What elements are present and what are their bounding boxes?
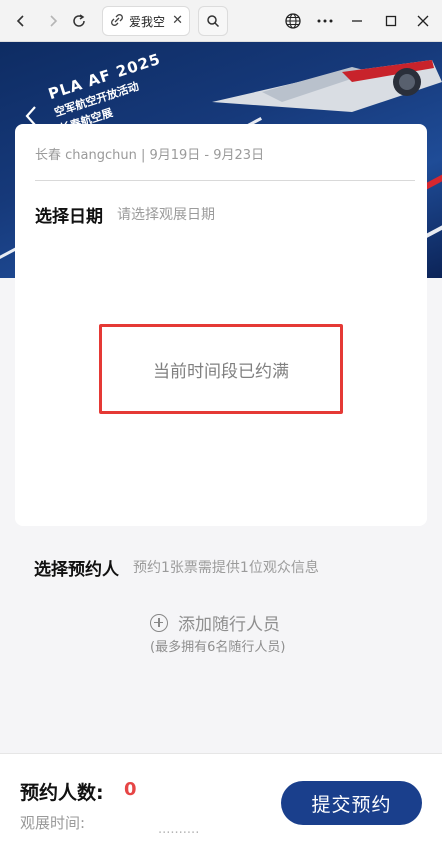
watermark: ·········· (158, 826, 200, 841)
link-icon (111, 13, 123, 29)
visitor-section-hint: 预约1张票需提供1位观众信息 (133, 560, 319, 576)
jet-image (212, 60, 442, 112)
booking-footer: 预约人数: 0 观展时间: 提交预约 ·········· (0, 753, 442, 851)
refresh-icon[interactable] (66, 8, 92, 34)
globe-icon[interactable] (280, 8, 306, 34)
tab-title: 爱我空 (129, 14, 166, 29)
browser-tab[interactable]: 爱我空 ✕ (102, 6, 190, 36)
visitor-section-title: 选择预约人 (34, 560, 119, 580)
visit-time-label: 观展时间: (20, 814, 86, 832)
submit-booking-button[interactable]: 提交预约 (281, 781, 422, 825)
date-section-hint: 请选择观展日期 (117, 207, 215, 223)
event-location-dates: 长春 changchun | 9月19日 - 9月23日 (35, 148, 265, 163)
minimize-icon[interactable] (344, 8, 370, 34)
browser-toolbar: 爱我空 ✕ (0, 0, 442, 42)
fully-booked-notice: 当前时间段已约满 (99, 324, 343, 414)
date-card: 长春 changchun | 9月19日 - 9月23日 选择日期 请选择观展日… (15, 124, 427, 526)
tab-close-icon[interactable]: ✕ (172, 13, 183, 28)
back-icon[interactable] (8, 8, 34, 34)
close-icon[interactable] (410, 8, 436, 34)
more-icon[interactable] (312, 8, 338, 34)
search-icon[interactable] (198, 6, 228, 36)
maximize-icon[interactable] (378, 8, 404, 34)
divider (35, 180, 415, 181)
companion-limit-note: (最多拥有6名随行人员) (150, 640, 286, 655)
forward-icon[interactable] (40, 8, 66, 34)
visitor-count-label: 预约人数: (20, 782, 104, 804)
add-companion-button[interactable]: 添加随行人员 (150, 610, 280, 635)
date-section-title: 选择日期 (35, 207, 103, 227)
plus-circle-icon (150, 613, 168, 632)
visitor-count-value: 0 (124, 779, 137, 800)
add-companion-label: 添加随行人员 (178, 615, 280, 635)
